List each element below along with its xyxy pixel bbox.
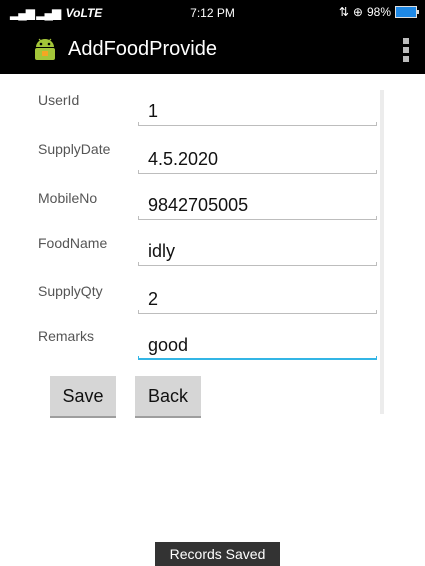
mobileno-underline — [138, 216, 377, 220]
label-remarks: Remarks — [38, 328, 95, 344]
status-bar: ▂▄▆ ▂▄▆ VoLTE 7:12 PM ⇅ ⊕ 98% — [0, 0, 425, 26]
save-button[interactable]: Save — [50, 376, 116, 418]
toast-message: Records Saved — [155, 542, 280, 566]
back-button[interactable]: Back — [135, 376, 201, 418]
supplyqty-underline — [138, 310, 377, 314]
remarks-input[interactable]: good — [136, 324, 377, 360]
foodname-input[interactable]: idly — [136, 230, 377, 266]
supplydate-value: 4.5.2020 — [148, 149, 219, 169]
battery-icon — [395, 6, 419, 18]
foodname-value: idly — [148, 241, 176, 261]
supplyqty-value: 2 — [148, 289, 159, 309]
supplyqty-input[interactable]: 2 — [136, 278, 377, 314]
action-bar: AddFoodProvide — [0, 26, 425, 74]
foodname-underline — [138, 262, 377, 266]
label-foodname: FoodName — [38, 235, 108, 251]
userid-value: 1 — [148, 101, 159, 121]
app-title: AddFoodProvide — [68, 38, 217, 60]
sync-icon: ⊕ — [352, 5, 363, 19]
scrollbar[interactable] — [380, 90, 384, 414]
supplydate-input[interactable]: 4.5.2020 — [136, 138, 377, 174]
data-transfer-icon: ⇅ — [338, 5, 349, 19]
userid-underline — [138, 122, 377, 126]
label-supplydate: SupplyDate — [38, 141, 111, 157]
overflow-menu-icon[interactable] — [403, 38, 409, 62]
mobileno-input[interactable]: 9842705005 — [136, 184, 377, 220]
supplydate-underline — [138, 170, 377, 174]
remarks-value: good — [148, 335, 189, 355]
label-supplyqty: SupplyQty — [38, 283, 103, 299]
remarks-underline — [138, 356, 377, 360]
status-icons: ⇅ ⊕ 98% — [338, 5, 419, 19]
label-mobileno: MobileNo — [38, 190, 98, 206]
battery-percent: 98% — [366, 5, 391, 19]
android-icon — [35, 38, 55, 60]
userid-input[interactable]: 1 — [136, 90, 377, 126]
label-userid: UserId — [38, 92, 80, 108]
mobileno-value: 9842705005 — [148, 195, 249, 215]
